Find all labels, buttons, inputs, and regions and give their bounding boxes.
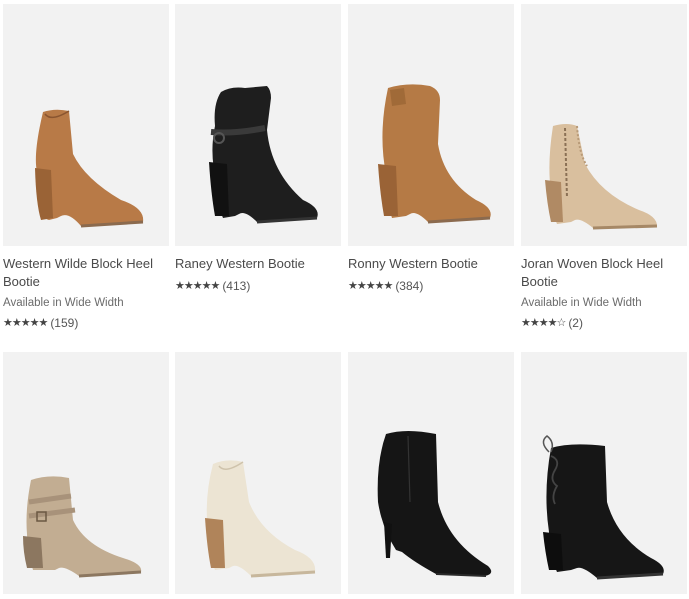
product-card[interactable] bbox=[175, 352, 341, 594]
wide-width-label: Available in Wide Width bbox=[521, 297, 642, 309]
product-rating: ★★★★☆ (2) bbox=[521, 316, 687, 330]
boot-image bbox=[205, 460, 316, 578]
product-card[interactable] bbox=[348, 352, 514, 594]
product-card[interactable]: Western Wilde Block Heel Bootie Availabl… bbox=[3, 4, 169, 330]
product-card[interactable]: Joran Woven Block Heel Bootie Available … bbox=[521, 4, 687, 330]
wide-width-label: Available in Wide Width bbox=[3, 297, 124, 309]
boot-image bbox=[23, 476, 142, 578]
product-image[interactable] bbox=[3, 4, 169, 246]
product-name[interactable]: Raney Western Bootie bbox=[175, 255, 341, 273]
boot-image bbox=[545, 124, 658, 230]
product-image[interactable] bbox=[3, 352, 169, 594]
product-image[interactable] bbox=[348, 352, 514, 594]
product-card[interactable] bbox=[3, 352, 169, 594]
boot-image bbox=[378, 84, 491, 224]
review-count: (413) bbox=[222, 279, 251, 293]
review-count: (384) bbox=[395, 279, 424, 293]
product-image[interactable] bbox=[348, 4, 514, 246]
product-name[interactable]: Ronny Western Bootie bbox=[348, 255, 514, 273]
review-count: (2) bbox=[568, 316, 583, 330]
star-rating-icon: ★★★★★ bbox=[3, 317, 48, 329]
product-image[interactable] bbox=[175, 4, 341, 246]
product-card[interactable]: Raney Western Bootie ★★★★★ (413) bbox=[175, 4, 341, 293]
star-rating-icon: ★★★★★ bbox=[175, 280, 220, 292]
product-image[interactable] bbox=[521, 4, 687, 246]
product-image[interactable] bbox=[175, 352, 341, 594]
product-card[interactable]: Ronny Western Bootie ★★★★★ (384) bbox=[348, 4, 514, 293]
star-rating-icon: ★★★★☆ bbox=[521, 317, 566, 329]
product-rating: ★★★★★ (384) bbox=[348, 279, 514, 293]
product-name[interactable]: Western Wilde Block Heel Bootie bbox=[3, 255, 169, 291]
product-name[interactable]: Joran Woven Block Heel Bootie bbox=[521, 255, 687, 291]
product-image[interactable] bbox=[521, 352, 687, 594]
boot-image bbox=[377, 431, 492, 577]
product-rating: ★★★★★ (159) bbox=[3, 316, 169, 330]
boot-image bbox=[35, 109, 144, 228]
boot-image bbox=[542, 435, 664, 580]
product-rating: ★★★★★ (413) bbox=[175, 279, 341, 293]
review-count: (159) bbox=[50, 316, 79, 330]
star-rating-icon: ★★★★★ bbox=[348, 280, 393, 292]
boot-image bbox=[209, 86, 318, 224]
product-card[interactable] bbox=[521, 352, 687, 594]
